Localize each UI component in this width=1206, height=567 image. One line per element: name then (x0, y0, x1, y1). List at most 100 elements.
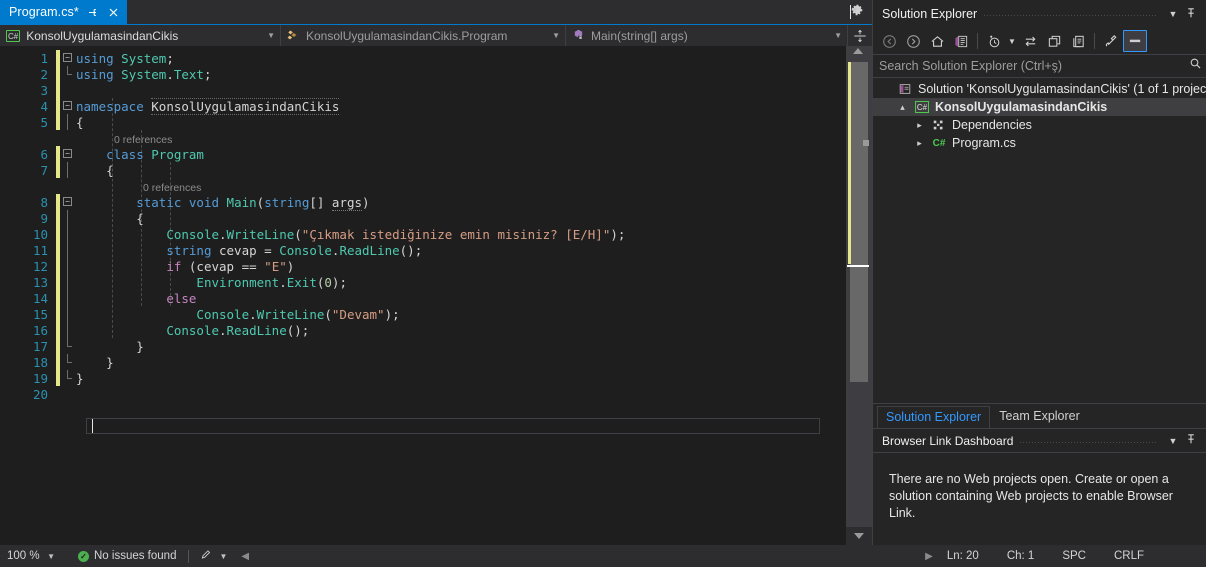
collapse-toggle-icon[interactable]: − (63, 101, 72, 110)
outlining-margin[interactable] (60, 242, 76, 258)
close-icon[interactable] (107, 7, 121, 18)
code-line[interactable]: 10 Console.WriteLine("Çıkmak istediğiniz… (0, 226, 846, 242)
chevron-down-icon[interactable]: ▼ (1164, 9, 1182, 19)
outlining-margin[interactable] (60, 370, 76, 386)
outlining-margin[interactable]: − (60, 50, 76, 66)
search-input[interactable] (879, 59, 1185, 73)
tree-item-0[interactable]: Solution 'KonsolUygulamasindanCikis' (1 … (873, 80, 1206, 98)
split-editor-icon[interactable] (848, 25, 872, 46)
editor-vertical-scrollbar[interactable] (846, 46, 872, 527)
outlining-margin[interactable]: − (60, 146, 76, 162)
outlining-margin[interactable] (60, 290, 76, 306)
chevron-down-icon[interactable]: ▼ (261, 31, 275, 40)
outlining-margin[interactable] (60, 258, 76, 274)
code-line[interactable]: 7 { (0, 162, 846, 178)
header-drag-grip[interactable] (983, 0, 1158, 28)
code-line[interactable]: 13 Environment.Exit(0); (0, 274, 846, 290)
chevron-down-icon[interactable]: ▼ (1164, 436, 1182, 446)
pending-changes-icon[interactable] (982, 30, 1006, 52)
code-line[interactable]: 4 − namespace KonsolUygulamasindanCikis (0, 97, 846, 115)
pin-icon[interactable] (1182, 7, 1200, 22)
scrollbar-track[interactable] (847, 62, 869, 511)
scrollbar-thumb[interactable] (847, 62, 869, 382)
outlining-margin[interactable] (60, 354, 76, 370)
collapse-all-icon[interactable] (1042, 30, 1066, 52)
scroll-up-arrow-icon[interactable] (853, 48, 863, 54)
code-line[interactable]: 15 Console.WriteLine("Devam"); (0, 306, 846, 322)
outlining-margin[interactable] (60, 66, 76, 82)
chevron-down-icon[interactable]: ▼ (546, 31, 560, 40)
tree-item-2[interactable]: ▸ Dependencies (873, 116, 1206, 134)
code-line[interactable]: 9 { (0, 210, 846, 226)
zoom-level-control[interactable]: 100 % ▼ (0, 550, 62, 562)
code-line[interactable]: 1 − using System; (0, 50, 846, 66)
sync-with-active-document-icon[interactable] (1018, 30, 1042, 52)
code-line[interactable]: 2 using System.Text; (0, 66, 846, 82)
nav-left-arrow-icon[interactable]: ◀ (241, 551, 249, 562)
outlining-margin[interactable] (60, 162, 76, 178)
solution-explorer-search[interactable] (873, 54, 1206, 78)
outlining-margin[interactable] (60, 82, 76, 98)
tab-program-cs[interactable]: Program.cs* (0, 0, 127, 24)
outlining-margin[interactable]: − (60, 98, 76, 114)
code-line[interactable]: 6 − class Program (0, 146, 846, 162)
twisty-icon[interactable]: ▴ (896, 102, 909, 113)
code-line[interactable]: 17 } (0, 338, 846, 354)
issues-status[interactable]: ✓ No issues found (62, 550, 176, 562)
solution-view-icon[interactable] (949, 30, 973, 52)
home-icon[interactable] (925, 30, 949, 52)
header-drag-grip-2[interactable] (1019, 426, 1158, 455)
codelens-label[interactable]: 0 references (76, 182, 201, 194)
nav-right-arrow-icon[interactable]: ▶ (925, 551, 933, 562)
back-icon[interactable] (877, 30, 901, 52)
outlining-margin[interactable] (60, 114, 76, 130)
feedback-control[interactable]: ▼ (201, 548, 227, 564)
solution-tree[interactable]: Solution 'KonsolUygulamasindanCikis' (1 … (873, 78, 1206, 403)
outlining-margin[interactable] (60, 210, 76, 226)
outlining-margin[interactable] (60, 306, 76, 322)
tool-tab-1[interactable]: Team Explorer (990, 405, 1089, 428)
outlining-margin[interactable]: − (60, 194, 76, 210)
code-line[interactable]: 8 − static void Main(string[] args) (0, 194, 846, 211)
code-line[interactable]: 5{ (0, 114, 846, 130)
code-editor-surface[interactable]: 1− using System; 2 using System.Text; 3 4− na… (0, 46, 846, 527)
navbar-project-dropdown[interactable]: C# KonsolUygulamasindanCikis ▼ (0, 25, 281, 46)
collapse-toggle-icon[interactable]: − (63, 149, 72, 158)
toggle-preview-selected-items-icon[interactable] (1123, 30, 1147, 52)
editor-horizontal-scrollbar[interactable] (0, 527, 872, 545)
forward-icon[interactable] (901, 30, 925, 52)
hscroll-track[interactable] (0, 527, 846, 545)
navbar-class-dropdown[interactable]: KonsolUygulamasindanCikis.Program ▼ (281, 25, 566, 46)
code-line[interactable]: 20 (0, 386, 846, 402)
outlining-margin[interactable] (60, 322, 76, 338)
outlining-margin[interactable] (60, 386, 76, 402)
twisty-icon[interactable]: ▸ (913, 138, 926, 149)
code-line[interactable]: 16 Console.ReadLine(); (0, 322, 846, 338)
chevron-down-icon[interactable]: ▼ (1006, 30, 1018, 52)
chevron-down-icon[interactable]: ▼ (828, 31, 842, 40)
codelens-label[interactable]: 0 references (76, 134, 172, 146)
outlining-margin[interactable] (60, 338, 76, 354)
code-line[interactable]: 3 (0, 82, 846, 98)
chevron-down-icon[interactable]: ▼ (850, 5, 859, 19)
code-line[interactable]: 12 if (cevap == "E") (0, 258, 846, 274)
magnifier-icon[interactable] (1185, 57, 1202, 75)
collapse-toggle-icon[interactable]: − (63, 53, 72, 62)
tool-tab-0[interactable]: Solution Explorer (877, 406, 991, 428)
show-all-files-icon[interactable] (1099, 30, 1123, 52)
scroll-down-arrow-icon[interactable] (846, 533, 872, 539)
code-line[interactable]: 19} (0, 370, 846, 386)
properties-icon[interactable] (1066, 30, 1090, 52)
tree-item-3[interactable]: ▸ C# Program.cs (873, 134, 1206, 152)
twisty-icon[interactable]: ▸ (913, 120, 926, 131)
code-line[interactable]: 11 string cevap = Console.ReadLine(); (0, 242, 846, 258)
navbar-member-dropdown[interactable]: Main(string[] args) ▼ (566, 25, 848, 46)
pin-icon[interactable] (86, 7, 100, 18)
chevron-down-icon[interactable]: ▼ (47, 552, 62, 561)
outlining-margin[interactable] (60, 274, 76, 290)
feedback-pen-icon[interactable] (201, 548, 214, 564)
pin-icon[interactable] (1182, 433, 1200, 448)
outlining-margin[interactable] (60, 226, 76, 242)
collapse-toggle-icon[interactable]: − (63, 197, 72, 206)
tree-item-1[interactable]: ▴ C# KonsolUygulamasindanCikis (873, 98, 1206, 116)
